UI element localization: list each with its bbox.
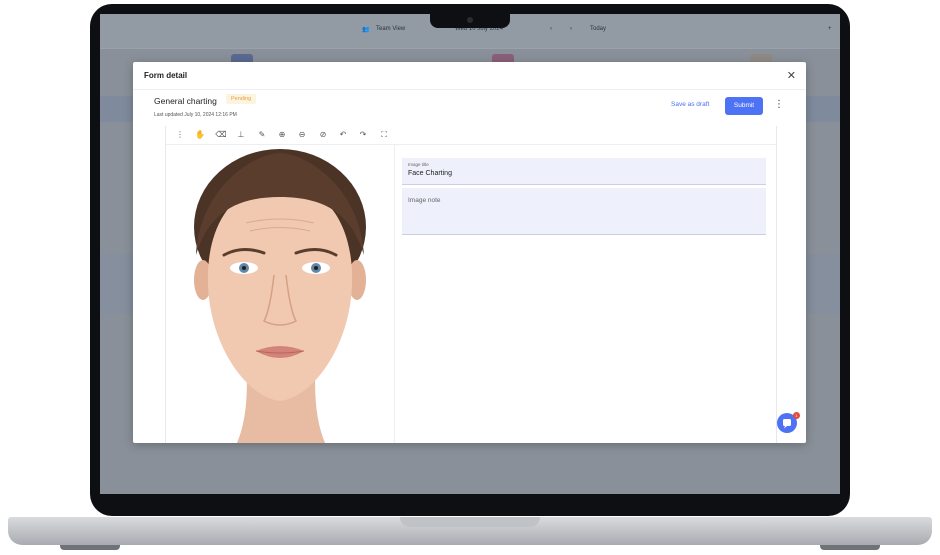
header-divider [133, 89, 806, 90]
today-label: Today [590, 26, 607, 32]
prev-arrow-icon: ‹ [550, 26, 552, 32]
last-updated: Last updated July 10, 2024 12:16 PM [154, 112, 237, 118]
image-title-label: Image title [408, 162, 429, 167]
status-badge: Pending [226, 94, 257, 104]
image-note-placeholder: Image note [408, 197, 441, 204]
charting-card: ⋮ ✋ ⌫ ⊥ ✎ ⊕ ⊖ ⊘ ↶ ↷ ⛶ Image title Face C… [165, 126, 777, 443]
laptop-base-notch [400, 517, 540, 527]
form-title: General charting [154, 96, 217, 106]
next-arrow-icon: › [570, 26, 572, 32]
hide-icon[interactable]: ⊘ [317, 129, 329, 141]
face-illustration [194, 149, 366, 443]
notification-badge: 1 [793, 412, 800, 419]
zoom-out-icon[interactable]: ⊖ [296, 129, 308, 141]
save-draft-button[interactable]: Save as draft [671, 101, 709, 108]
eraser-icon[interactable]: ⌫ [215, 129, 227, 141]
undo-icon[interactable]: ↶ [337, 129, 349, 141]
drawing-toolbar: ⋮ ✋ ⌫ ⊥ ✎ ⊕ ⊖ ⊘ ↶ ↷ ⛶ [166, 126, 776, 145]
pin-icon[interactable]: ⊥ [235, 129, 247, 141]
laptop-foot [820, 545, 880, 550]
more-vertical-icon[interactable]: ⋮ [174, 129, 186, 141]
background-divider [100, 48, 840, 49]
form-detail-modal: Form detail ✕ General charting Pending L… [133, 62, 806, 443]
pencil-icon[interactable]: ✎ [256, 129, 268, 141]
face-chart-canvas[interactable] [166, 145, 395, 443]
camera [467, 17, 473, 23]
team-view-icon: 👥 [362, 27, 370, 33]
plus-icon: + [828, 26, 832, 32]
laptop-foot [60, 545, 120, 550]
pan-hand-icon[interactable]: ✋ [194, 129, 206, 141]
submit-button[interactable]: Submit [725, 97, 763, 115]
fullscreen-icon[interactable]: ⛶ [378, 129, 390, 141]
team-view-label: Team View [376, 26, 406, 32]
more-vertical-icon[interactable]: ⋮ [774, 99, 784, 110]
modal-title: Form detail [144, 71, 188, 80]
image-note-field[interactable]: Image note [402, 188, 766, 235]
zoom-in-icon[interactable]: ⊕ [276, 129, 288, 141]
close-icon[interactable]: ✕ [787, 69, 796, 82]
redo-icon[interactable]: ↷ [357, 129, 369, 141]
image-title-field[interactable]: Image title Face Charting [402, 158, 766, 185]
image-title-value: Face Charting [408, 170, 452, 177]
